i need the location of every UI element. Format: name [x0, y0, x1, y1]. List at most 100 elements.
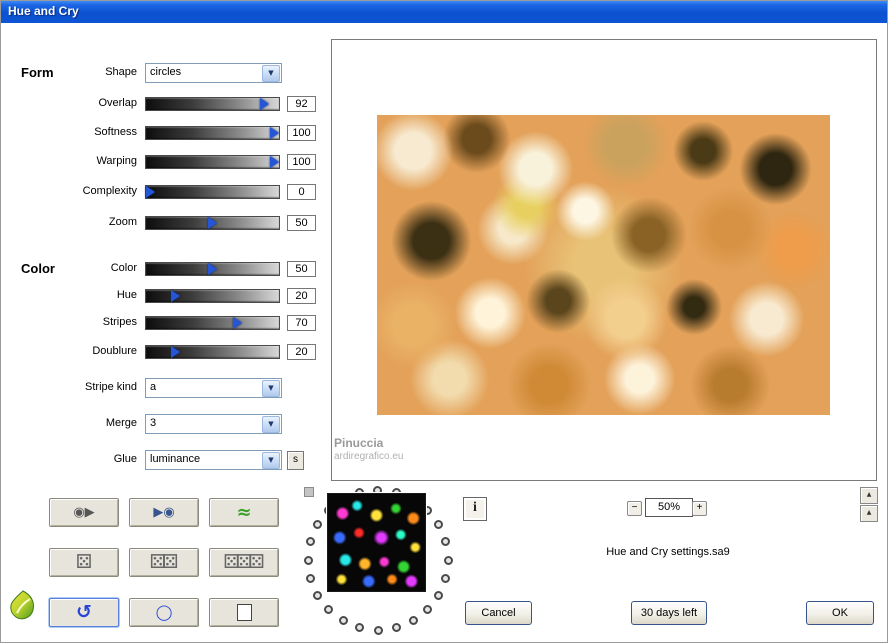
- ring-dot: [423, 605, 432, 614]
- disc-play-icon: ◉▶: [73, 505, 95, 520]
- ring-dot: [306, 574, 315, 583]
- watermark-author: Pinuccia: [334, 436, 384, 450]
- complexity-value[interactable]: 0: [287, 184, 316, 200]
- shape-select[interactable]: circles ▼: [145, 63, 282, 83]
- color-slider[interactable]: [145, 262, 280, 276]
- stripes-slider[interactable]: [145, 316, 280, 330]
- slider-marker[interactable]: [270, 156, 279, 168]
- watermark-site: ardiregrafico.eu: [334, 451, 404, 462]
- hue-slider[interactable]: [145, 289, 280, 303]
- color-label: Color: [110, 262, 137, 274]
- seed-thumbnail[interactable]: [327, 493, 426, 592]
- doublure-value[interactable]: 20: [287, 344, 316, 360]
- zoom-slider[interactable]: [145, 216, 280, 230]
- dice-three-button[interactable]: ⚄⚄⚄: [209, 548, 279, 577]
- overlap-value[interactable]: 92: [287, 96, 316, 112]
- cancel-button[interactable]: Cancel: [465, 601, 532, 625]
- complexity-row: Complexity 0: [1, 184, 321, 204]
- shape-value: circles: [150, 66, 182, 78]
- zoom-in-button[interactable]: +: [692, 501, 707, 516]
- copy-button[interactable]: [209, 598, 279, 627]
- wave-icon: ≈: [236, 501, 252, 523]
- spin-down-button[interactable]: ▲: [860, 505, 878, 522]
- warping-slider[interactable]: [145, 155, 280, 169]
- glue-row: Glue luminance ▼ s: [1, 450, 321, 470]
- merge-select[interactable]: 3 ▼: [145, 414, 282, 434]
- slider-marker[interactable]: [171, 346, 180, 358]
- zoom-level-display[interactable]: 50%: [645, 498, 693, 517]
- shape-label: Shape: [105, 66, 137, 78]
- ok-button[interactable]: OK: [806, 601, 874, 625]
- stripes-row: Stripes 70: [1, 315, 321, 335]
- chevron-down-icon[interactable]: ▼: [262, 380, 280, 397]
- slider-marker[interactable]: [208, 263, 217, 275]
- stripe-kind-label: Stripe kind: [85, 381, 137, 393]
- info-button[interactable]: i: [463, 497, 487, 521]
- glue-label: Glue: [113, 453, 137, 465]
- ring-dot: [306, 537, 315, 546]
- chevron-down-icon[interactable]: ▼: [262, 416, 280, 433]
- hue-row: Hue 20: [1, 288, 321, 308]
- preview-image[interactable]: [377, 115, 830, 415]
- ring-dot: [339, 616, 348, 625]
- color-value[interactable]: 50: [287, 261, 316, 277]
- slider-marker[interactable]: [146, 186, 155, 198]
- slider-marker[interactable]: [208, 217, 217, 229]
- doublure-row: Doublure 20: [1, 344, 321, 364]
- zoom-label: Zoom: [108, 216, 137, 228]
- merge-label: Merge: [105, 417, 137, 429]
- ring-dot: [304, 556, 313, 565]
- softness-slider[interactable]: [145, 126, 280, 140]
- stripes-value[interactable]: 70: [287, 315, 316, 331]
- preview-frame: Pinuccia ardiregrafico.eu: [331, 39, 877, 481]
- color-row: Color 50: [1, 261, 321, 281]
- stripe-kind-value: a: [150, 381, 157, 393]
- chevron-down-icon[interactable]: ▼: [262, 452, 280, 469]
- ring-dot: [441, 574, 450, 583]
- ring-button[interactable]: ◯: [129, 598, 199, 627]
- slider-marker[interactable]: [270, 127, 279, 139]
- glue-s-button[interactable]: s: [287, 451, 304, 470]
- ring-dot: [434, 591, 443, 600]
- slider-marker[interactable]: [171, 290, 180, 302]
- dice-two-button[interactable]: ⚄⚄: [129, 548, 199, 577]
- slider-marker[interactable]: [233, 317, 242, 329]
- window-title: Hue and Cry: [8, 4, 79, 18]
- play-disc-button[interactable]: ▶◉: [129, 498, 199, 527]
- zoom-value[interactable]: 50: [287, 215, 316, 231]
- overlap-slider[interactable]: [145, 97, 280, 111]
- flaming-pear-logo-icon[interactable]: [7, 589, 39, 623]
- trial-days-button[interactable]: 30 days left: [631, 601, 707, 625]
- warping-value[interactable]: 100: [287, 154, 316, 170]
- ring-dot: [313, 520, 322, 529]
- wave-button[interactable]: ≈: [209, 498, 279, 527]
- glue-select[interactable]: luminance ▼: [145, 450, 282, 470]
- slider-marker[interactable]: [260, 98, 269, 110]
- stripe-kind-select[interactable]: a ▼: [145, 378, 282, 398]
- spin-up-button[interactable]: ▲: [860, 487, 878, 504]
- warping-row: Warping 100: [1, 154, 321, 174]
- titlebar[interactable]: Hue and Cry: [1, 1, 887, 23]
- ring-icon: ◯: [155, 603, 173, 621]
- zoom-row: Zoom 50: [1, 215, 321, 235]
- zoom-out-button[interactable]: −: [627, 501, 642, 516]
- ring-dot: [441, 537, 450, 546]
- ring-dot: [434, 520, 443, 529]
- softness-label: Softness: [94, 126, 137, 138]
- warping-label: Warping: [96, 155, 137, 167]
- ring-dot: [355, 623, 364, 632]
- die-one-button[interactable]: ⚄: [49, 548, 119, 577]
- complexity-slider[interactable]: [145, 185, 280, 199]
- hue-value[interactable]: 20: [287, 288, 316, 304]
- die-one-icon: ⚄: [75, 551, 92, 573]
- softness-value[interactable]: 100: [287, 125, 316, 141]
- undo-icon: ↺: [76, 601, 92, 623]
- doublure-slider[interactable]: [145, 345, 280, 359]
- copy-icon: [236, 600, 256, 621]
- ring-dot: [313, 591, 322, 600]
- complexity-label: Complexity: [82, 185, 137, 197]
- disc-play-button[interactable]: ◉▶: [49, 498, 119, 527]
- chevron-down-icon[interactable]: ▼: [262, 65, 280, 82]
- ring-dot: [444, 556, 453, 565]
- undo-button[interactable]: ↺: [49, 598, 119, 627]
